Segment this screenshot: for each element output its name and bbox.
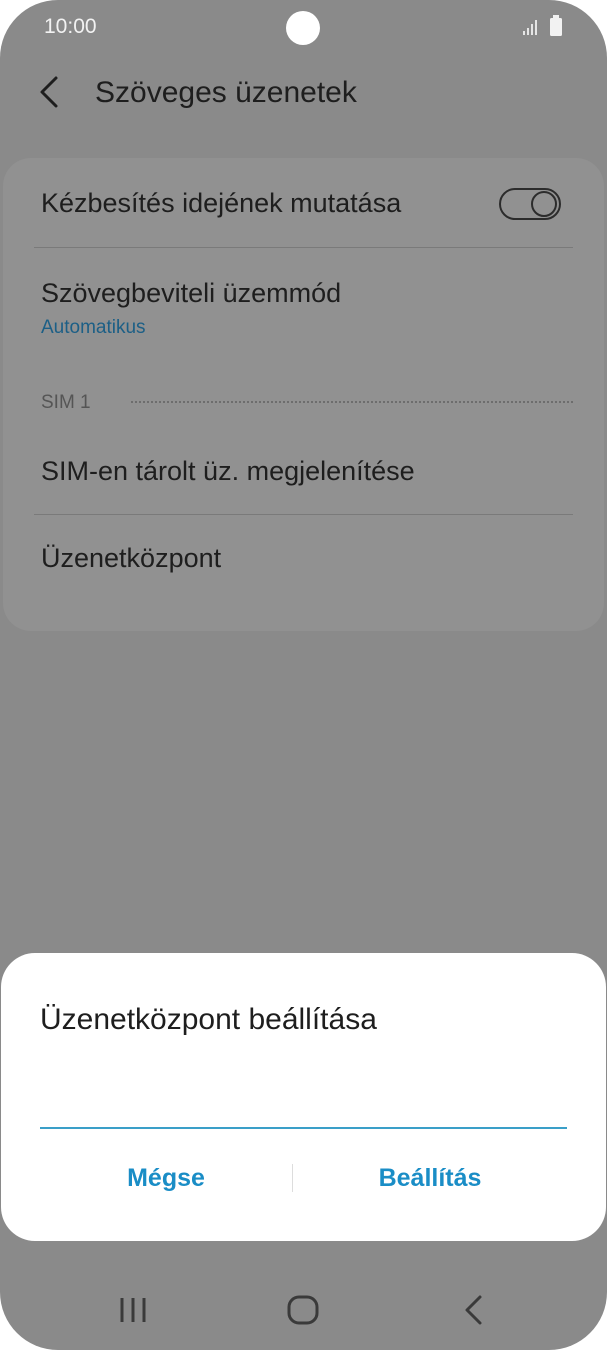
page-title: Szöveges üzenetek: [95, 76, 357, 109]
nav-back-icon: [465, 1295, 482, 1325]
nav-back-button[interactable]: [443, 1284, 503, 1336]
set-button[interactable]: Beállítás: [285, 1151, 575, 1205]
setting-input-mode[interactable]: Szövegbeviteli üzemmód Automatikus: [3, 248, 604, 348]
toggle-knob: [531, 191, 557, 217]
recents-button[interactable]: [103, 1284, 163, 1336]
back-button[interactable]: [30, 70, 74, 114]
setting-sim-messages[interactable]: SIM-en tárolt üz. megjelenítése: [3, 426, 604, 514]
setting-message-center[interactable]: Üzenetközpont: [3, 515, 604, 603]
status-bar: 10:00: [0, 0, 607, 56]
cancel-button[interactable]: Mégse: [21, 1151, 311, 1205]
home-icon: [287, 1295, 319, 1325]
settings-card: Kézbesítés idejének mutatása Szövegbevit…: [3, 158, 604, 631]
camera-cutout: [286, 11, 320, 45]
setting-input-mode-value: Automatikus: [41, 317, 146, 338]
recents-icon: [120, 1298, 146, 1322]
section-header-sim1: SIM 1: [41, 392, 91, 413]
setting-delivery-time[interactable]: Kézbesítés idejének mutatása: [3, 158, 604, 248]
dialog-title: Üzenetközpont beállítása: [40, 1003, 377, 1036]
status-time: 10:00: [44, 15, 97, 38]
home-button[interactable]: [273, 1284, 333, 1336]
app-bar: Szöveges üzenetek: [0, 60, 607, 128]
setting-delivery-time-label: Kézbesítés idejének mutatása: [41, 188, 402, 218]
message-center-dialog: Üzenetközpont beállítása Mégse Beállítás: [1, 953, 606, 1241]
navigation-bar: [0, 1270, 607, 1350]
signal-icon: [523, 20, 537, 35]
back-arrow-icon: [40, 76, 58, 108]
battery-icon: [550, 15, 562, 36]
phone-screen: 10:00 Szöveges üzenetek Kézbesítés idejé…: [0, 0, 607, 1350]
setting-sim-messages-label: SIM-en tárolt üz. megjelenítése: [41, 456, 415, 486]
delivery-time-toggle[interactable]: [499, 188, 561, 220]
setting-input-mode-label: Szövegbeviteli üzemmód: [41, 278, 342, 308]
message-center-input[interactable]: [40, 1073, 567, 1129]
section-dotted-line: [131, 401, 573, 403]
setting-message-center-label: Üzenetközpont: [41, 543, 222, 573]
